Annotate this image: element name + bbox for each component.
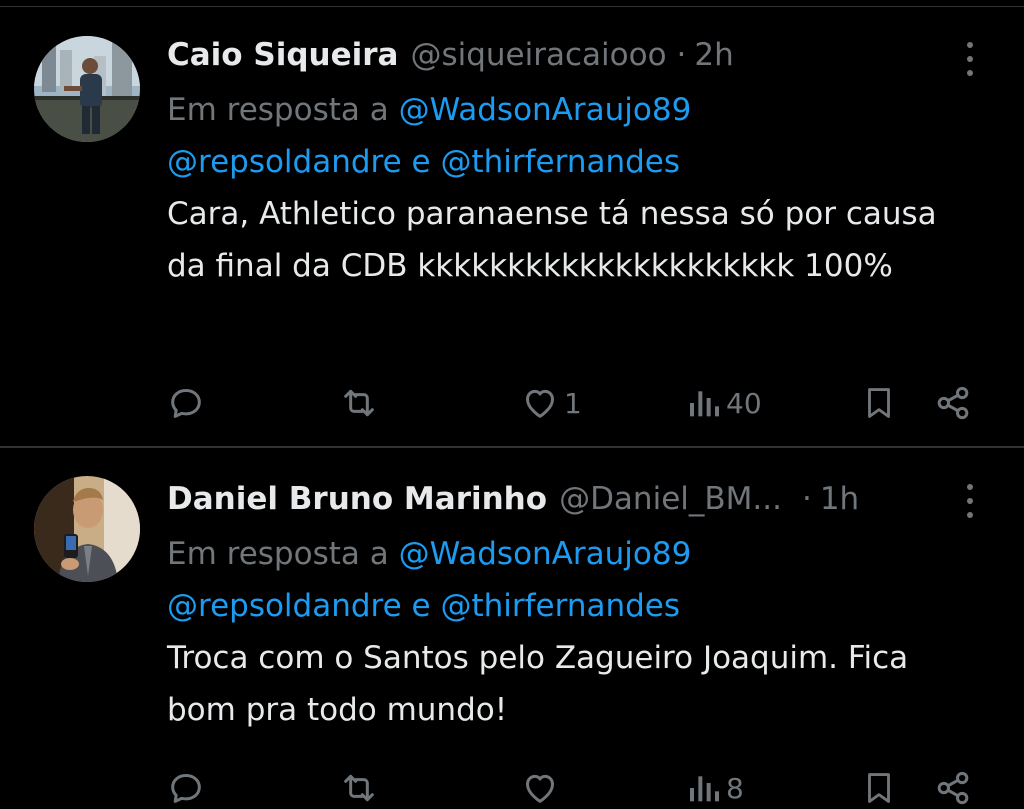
bookmark-button[interactable] [860, 763, 898, 809]
retweet-button[interactable] [339, 378, 383, 428]
mention-link[interactable]: @thirfernandes [440, 588, 680, 624]
tweet[interactable]: Daniel Bruno Marinho @Daniel_BM... · 1h … [0, 448, 1024, 809]
action-bar: 8 [0, 763, 1024, 809]
heart-icon [526, 389, 554, 418]
reply-conjunction: e [411, 144, 431, 180]
tweet-header: Caio Siqueira @siqueiracaiooo · 2h [167, 30, 977, 80]
bookmark-icon [868, 773, 890, 803]
retweet-icon [344, 389, 374, 417]
timestamp[interactable]: 1h [820, 481, 859, 517]
tweet[interactable]: Caio Siqueira @siqueiracaiooo · 2h Em re… [0, 0, 1024, 448]
bookmark-button[interactable] [860, 378, 898, 428]
timeline-feed: Caio Siqueira @siqueiracaiooo · 2h Em re… [0, 0, 1024, 809]
retweet-button[interactable] [339, 763, 383, 809]
author-handle[interactable]: @Daniel_BM... [559, 481, 782, 517]
like-button[interactable] [520, 763, 564, 809]
more-options-icon[interactable] [967, 42, 973, 76]
tweet-text: Troca com o Santos pelo Zagueiro Joaquim… [167, 640, 909, 728]
bookmark-icon [868, 388, 890, 418]
reply-context: Em resposta a @WadsonAraujo89 @repsoldan… [167, 528, 977, 632]
like-button[interactable]: 1 [520, 378, 582, 428]
avatar[interactable] [34, 476, 140, 582]
reply-icon [171, 774, 201, 803]
views-icon [690, 776, 719, 802]
reply-prefix: Em resposta a [167, 92, 389, 128]
action-bar: 1 40 [0, 378, 1024, 428]
views-icon [690, 391, 719, 417]
mention-link[interactable]: @repsoldandre [167, 588, 402, 624]
reply-prefix: Em resposta a [167, 536, 389, 572]
heart-icon [526, 774, 554, 803]
retweet-icon [344, 774, 374, 802]
tweet-header: Daniel Bruno Marinho @Daniel_BM... · 1h [167, 474, 977, 524]
reply-button[interactable] [166, 763, 210, 809]
tweet-content: Daniel Bruno Marinho @Daniel_BM... · 1h … [167, 474, 977, 736]
view-count: 8 [726, 771, 744, 805]
reply-button[interactable] [166, 378, 210, 428]
view-count: 40 [726, 386, 762, 420]
separator-dot: · [676, 37, 687, 73]
mention-link[interactable]: @WadsonAraujo89 [399, 92, 692, 128]
author-name[interactable]: Daniel Bruno Marinho [167, 481, 547, 517]
tweet-text: Cara, Athletico paranaense tá nessa só p… [167, 196, 937, 284]
reply-context: Em resposta a @WadsonAraujo89 @repsoldan… [167, 84, 977, 188]
share-button[interactable] [933, 378, 973, 428]
like-count: 1 [564, 386, 582, 420]
separator-dot: · [801, 481, 812, 517]
mention-link[interactable]: @WadsonAraujo89 [399, 536, 692, 572]
more-options-icon[interactable] [967, 484, 973, 518]
timestamp[interactable]: 2h [694, 37, 733, 73]
views-button[interactable]: 40 [688, 378, 762, 428]
tweet-content: Caio Siqueira @siqueiracaiooo · 2h Em re… [167, 30, 977, 292]
share-icon [937, 386, 969, 420]
avatar[interactable] [34, 36, 140, 142]
author-name[interactable]: Caio Siqueira [167, 37, 398, 73]
author-handle[interactable]: @siqueiracaiooo [410, 37, 666, 73]
reply-icon [171, 389, 201, 418]
share-icon [937, 771, 969, 805]
mention-link[interactable]: @repsoldandre [167, 144, 402, 180]
mention-link[interactable]: @thirfernandes [440, 144, 680, 180]
share-button[interactable] [933, 763, 973, 809]
views-button[interactable]: 8 [688, 763, 744, 809]
reply-conjunction: e [411, 588, 431, 624]
